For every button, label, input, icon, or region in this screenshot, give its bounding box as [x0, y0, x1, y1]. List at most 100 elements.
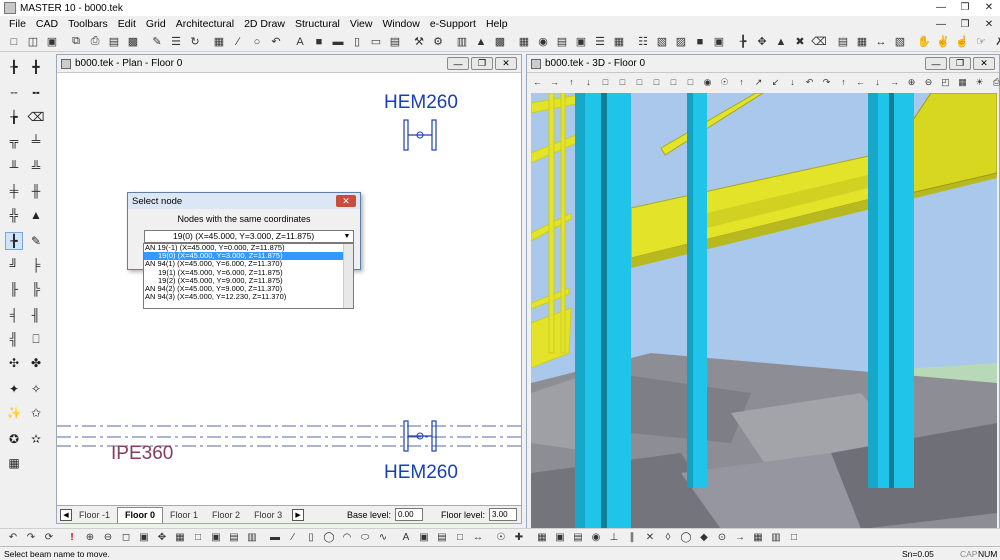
weld-edit-icon[interactable]: ✧ — [27, 380, 45, 398]
delete-icon[interactable]: ✖ — [792, 34, 808, 50]
stair-icon[interactable]: ▤ — [387, 34, 403, 50]
maximize-icon[interactable]: ❐ — [958, 1, 972, 13]
purlin-edit-icon[interactable]: ╫ — [27, 182, 45, 200]
snap-center-icon[interactable]: ◉ — [589, 530, 603, 546]
tilt-ne-icon[interactable]: ↗ — [752, 74, 765, 90]
mdi-close-icon[interactable]: ✕ — [982, 18, 996, 30]
dimension-tool-icon[interactable]: ↔ — [471, 530, 485, 546]
ortho-icon[interactable]: □ — [191, 530, 205, 546]
view-3d-icon[interactable]: ▲ — [473, 34, 489, 50]
arrow-up-icon[interactable]: ↑ — [565, 74, 578, 90]
top-column-label[interactable]: HEM260 — [384, 92, 458, 114]
snap-node-icon[interactable]: ⊙ — [715, 530, 729, 546]
stiffener-edit-icon[interactable]: ✩ — [27, 404, 45, 422]
chevron-down-icon[interactable]: ▼ — [341, 231, 353, 242]
connection-tool-icon[interactable]: ╝ — [5, 256, 23, 274]
zoom-in-icon[interactable]: ⊕ — [905, 74, 918, 90]
dropper-alt-icon[interactable]: ✫ — [27, 430, 45, 448]
tab-floor-1[interactable]: Floor 1 — [163, 510, 205, 520]
menu-structural[interactable]: Structural — [290, 18, 345, 30]
plate-tool-icon[interactable]: ╟ — [5, 280, 23, 298]
bracing-edit-icon[interactable]: ╩ — [27, 158, 45, 176]
osnap-icon[interactable]: ▣ — [209, 530, 223, 546]
render-mode-icon[interactable]: ▦ — [956, 74, 969, 90]
properties-bottom-icon[interactable]: ▥ — [245, 530, 259, 546]
arc-tool-icon[interactable]: ◠ — [340, 530, 354, 546]
view-box-4-icon[interactable]: □ — [650, 74, 663, 90]
rectangle-icon[interactable]: ▯ — [304, 530, 318, 546]
slab-icon[interactable]: ▯ — [349, 34, 365, 50]
view3d-close-button[interactable]: ✕ — [973, 57, 995, 70]
mouse-icon[interactable]: ☉ — [494, 530, 508, 546]
anchor-tool-icon[interactable]: ╡ — [5, 306, 23, 324]
zoom-out-icon[interactable]: ⊖ — [922, 74, 935, 90]
arrow-down-icon[interactable]: ↓ — [582, 74, 595, 90]
column-icon[interactable]: ■ — [311, 34, 327, 50]
text-tool-icon[interactable]: A — [399, 530, 413, 546]
arrow-left-icon[interactable]: ← — [531, 74, 544, 90]
zoom-window-icon[interactable]: ◻ — [119, 530, 133, 546]
select-hand-icon[interactable]: ☝ — [954, 34, 970, 50]
purlin-tool-icon[interactable]: ╪ — [5, 182, 23, 200]
node-option[interactable]: AN 94(3) (X=45.000, Y=12.230, Z=11.370) — [144, 292, 353, 301]
truss-roof-icon[interactable]: ▲ — [27, 206, 45, 224]
layer-bottom-icon[interactable]: ▤ — [227, 530, 241, 546]
section-tool-icon[interactable]: ╣ — [5, 330, 23, 348]
detail-icon[interactable]: ▨ — [673, 34, 689, 50]
menu-file[interactable]: File — [4, 18, 31, 30]
hatch-icon[interactable]: ▧ — [892, 34, 908, 50]
open-folder-icon[interactable]: ◫ — [25, 34, 41, 50]
prev-floor-button[interactable]: ◀ — [60, 508, 72, 521]
text-frame-icon[interactable]: □ — [453, 530, 467, 546]
target-icon[interactable]: ☉ — [718, 74, 731, 90]
view-box-6-icon[interactable]: □ — [684, 74, 697, 90]
tools-icon[interactable]: ⚒ — [411, 34, 427, 50]
snap-apparent-icon[interactable]: ▥ — [769, 530, 783, 546]
bracing-tool-icon[interactable]: ╨ — [5, 158, 23, 176]
steel-icon[interactable]: ╊ — [735, 34, 751, 50]
snap-quad-icon[interactable]: ◆ — [697, 530, 711, 546]
load-icon[interactable]: ▦ — [516, 34, 532, 50]
menu-grid[interactable]: Grid — [141, 18, 171, 30]
grid-icon[interactable]: ▦ — [211, 34, 227, 50]
text-box-icon[interactable]: ▤ — [435, 530, 449, 546]
frame-tool-icon[interactable]: ╦ — [5, 132, 23, 150]
undo-view-icon[interactable]: ↶ — [803, 74, 816, 90]
print-3d-icon[interactable]: ⎙ — [990, 74, 1000, 90]
dimension-icon[interactable]: ↔ — [873, 34, 889, 50]
column-tool-icon[interactable]: ╌ — [5, 84, 23, 102]
properties-icon[interactable]: ☰ — [168, 34, 184, 50]
node-select-dropdown[interactable]: 19(0) (X=45.000, Y=3.000, Z=11.875) ▼ — [144, 230, 354, 243]
layer-tool-icon[interactable]: ▦ — [5, 454, 23, 472]
menu-help[interactable]: Help — [481, 18, 513, 30]
export-icon[interactable]: ▩ — [125, 34, 141, 50]
snap-icon[interactable]: ▦ — [173, 530, 187, 546]
zoom-extents-icon[interactable]: ◰ — [939, 74, 952, 90]
nav-down-icon[interactable]: ↓ — [871, 74, 884, 90]
clear-icon[interactable]: ✗ — [992, 34, 1000, 50]
redo-icon[interactable]: ↷ — [24, 530, 38, 546]
beam-label[interactable]: IPE360 — [111, 443, 173, 465]
menu-window[interactable]: Window — [377, 18, 424, 30]
move-beam-name-icon[interactable]: ╊ — [5, 232, 23, 250]
lighting-icon[interactable]: ☀ — [973, 74, 986, 90]
snap-intersection-icon[interactable]: ✕ — [643, 530, 657, 546]
redo-view-icon[interactable]: ↷ — [820, 74, 833, 90]
circle-tool-icon[interactable]: ◯ — [322, 530, 336, 546]
pan-hand-icon[interactable]: ✋ — [916, 34, 932, 50]
results-icon[interactable]: ▤ — [554, 34, 570, 50]
arc-icon[interactable]: ↶ — [268, 34, 284, 50]
bolt-tool-icon[interactable]: ✣ — [5, 354, 23, 372]
monitor-icon[interactable]: ⎕ — [27, 330, 45, 348]
minimize-icon[interactable]: — — [934, 1, 948, 13]
copy-icon[interactable]: ⧉ — [68, 34, 84, 50]
ellipse-icon[interactable]: ⬭ — [358, 530, 372, 546]
print-icon[interactable]: ⎙ — [87, 34, 103, 50]
stiffener-tool-icon[interactable]: ✨ — [5, 404, 23, 422]
menu-architectural[interactable]: Architectural — [171, 18, 239, 30]
dialog-close-button[interactable]: ✕ — [336, 195, 356, 207]
view3d-minimize-button[interactable]: — — [925, 57, 947, 70]
text-style-icon[interactable]: ▣ — [417, 530, 431, 546]
move-icon[interactable]: ✥ — [754, 34, 770, 50]
nav-back-icon[interactable]: ← — [854, 74, 867, 90]
